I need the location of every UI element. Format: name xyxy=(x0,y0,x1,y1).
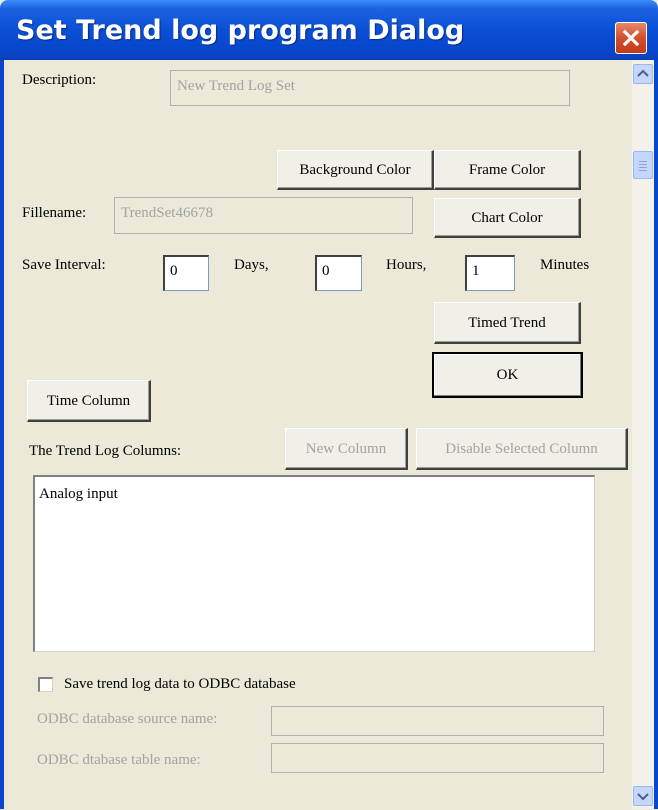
save-interval-label: Save Interval: xyxy=(22,257,106,273)
ok-button[interactable]: OK xyxy=(432,352,583,398)
scroll-down-button[interactable] xyxy=(633,786,653,806)
days-label: Days, xyxy=(234,257,269,273)
scroll-up-button[interactable] xyxy=(633,64,653,84)
window-title: Set Trend log program Dialog xyxy=(16,15,465,46)
filename-field[interactable]: TrendSet46678 xyxy=(114,197,413,234)
chevron-up-icon xyxy=(637,69,649,77)
save-odbc-label: Save trend log data to ODBC database xyxy=(64,676,296,692)
description-field[interactable]: New Trend Log Set xyxy=(170,70,570,106)
window-frame-right xyxy=(654,60,658,809)
scroll-thumb[interactable] xyxy=(633,151,653,179)
chart-color-button[interactable]: Chart Color xyxy=(434,198,581,238)
new-column-button[interactable]: New Column xyxy=(285,428,408,470)
frame-color-button[interactable]: Frame Color xyxy=(434,150,581,190)
chevron-down-icon xyxy=(637,793,649,801)
window-frame-left xyxy=(0,60,4,809)
odbc-table-label: ODBC dtabase table name: xyxy=(37,752,201,768)
filename-label: Fillename: xyxy=(22,205,87,221)
background-color-button[interactable]: Background Color xyxy=(277,150,434,190)
days-input[interactable]: 0 xyxy=(163,255,209,291)
hours-input[interactable]: 0 xyxy=(315,255,362,291)
vertical-scrollbar[interactable] xyxy=(632,60,654,809)
hours-label: Hours, xyxy=(386,257,427,273)
close-x-icon xyxy=(622,29,640,47)
description-label: Description: xyxy=(22,72,97,88)
odbc-source-label: ODBC database source name: xyxy=(37,711,218,727)
timed-trend-button[interactable]: Timed Trend xyxy=(434,302,581,344)
list-item[interactable]: Analog input xyxy=(39,486,118,503)
trend-log-columns-label: The Trend Log Columns: xyxy=(29,443,182,459)
close-button[interactable] xyxy=(615,22,647,54)
time-column-button[interactable]: Time Column xyxy=(27,380,151,422)
minutes-input[interactable]: 1 xyxy=(465,255,515,291)
save-odbc-checkbox[interactable] xyxy=(38,677,53,692)
minutes-label: Minutes xyxy=(540,257,590,273)
title-bar[interactable]: Set Trend log program Dialog xyxy=(0,0,658,60)
odbc-source-field[interactable] xyxy=(271,706,604,736)
trend-log-columns-list[interactable]: Analog input xyxy=(33,475,595,652)
disable-selected-column-button[interactable]: Disable Selected Column xyxy=(416,428,628,470)
odbc-table-field[interactable] xyxy=(271,743,604,773)
